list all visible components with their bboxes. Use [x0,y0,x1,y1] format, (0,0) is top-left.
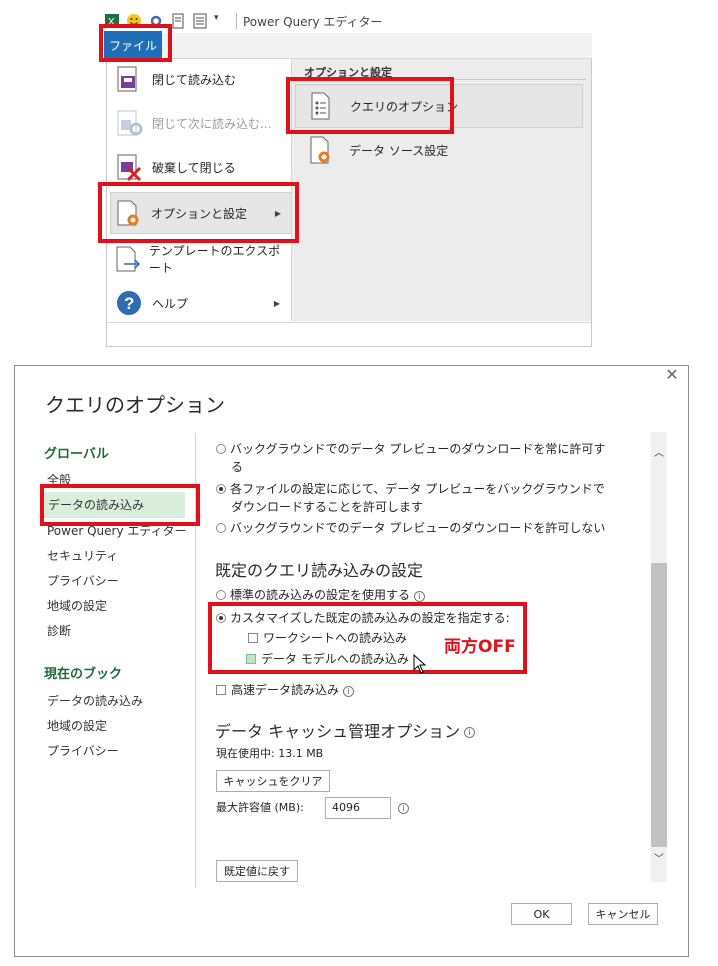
annotation-both-off: 両方OFF [444,637,516,657]
dialog-title: クエリのオプション [45,393,225,417]
toolbar-separator [236,13,237,29]
save-load-icon [112,62,146,96]
nav-item-wb-regional[interactable]: 地域の設定 [47,716,107,736]
help-icon: ? [112,286,146,320]
menu-item-label: オプションと設定 [151,206,248,221]
export-template-icon [112,242,143,276]
submenu-item-label: クエリのオプション [350,99,459,114]
checkbox-hover[interactable] [246,654,256,664]
submenu-separator [300,79,586,80]
radio-button[interactable] [216,523,226,533]
menu-bottom-divider [107,322,591,323]
standard-load-option[interactable]: 標準の読み込みの設定を使用する i [216,586,426,604]
menu-item-discard-and-close[interactable]: 破棄して閉じる [112,146,290,188]
reset-defaults-button[interactable]: 既定値に戻す [216,860,298,882]
menu-item-label: テンプレートのエクスポート [148,244,281,275]
scroll-up-icon[interactable]: ︿ [651,446,667,462]
data-source-settings-icon [303,133,337,167]
bg-preview-never-option[interactable]: バックグラウンドでのデータ プレビューのダウンロードを許可しない [216,519,605,537]
bg-preview-always-option[interactable]: バックグラウンドでのデータ プレビューのダウンロードを常に許可す [216,440,605,458]
data-model-load-checkbox[interactable]: データ モデルへの読み込み [246,650,409,668]
bg-preview-per-file-line2: ダウンロードすることを許可します [231,500,424,514]
info-icon[interactable]: i [464,727,476,738]
menu-item-close-and-load[interactable]: 閉じて読み込む [112,58,290,100]
close-icon[interactable]: ✕ [663,366,681,384]
menu-item-label: 閉じて読み込む [152,72,237,87]
gear-dropdown-icon[interactable] [148,13,164,29]
nav-heading-global: グローバル [44,447,109,462]
nav-item-data-load[interactable]: データの読み込み [40,492,185,518]
info-icon[interactable]: i [414,591,426,602]
window-title: Power Query エディター [243,14,383,29]
checkbox[interactable] [248,633,258,643]
mouse-cursor-icon [413,653,427,674]
svg-text:?: ? [124,294,134,313]
list-icon[interactable] [192,13,208,29]
cache-heading: データ キャッシュ管理オプション i [215,718,476,742]
menu-item-close-and-load-to[interactable]: 閉じて次に読み込む... [112,102,290,144]
max-size-input[interactable]: 4096 [325,797,391,819]
document-icon[interactable] [170,13,186,29]
submenu-arrow-icon: ▶ [273,298,280,308]
bg-preview-always-line2: る [231,460,244,474]
nav-item-regional[interactable]: 地域の設定 [47,596,107,616]
ribbon-strip [160,33,592,59]
scroll-down-icon[interactable]: ﹀ [651,852,667,868]
nav-item-wb-privacy[interactable]: プライバシー [47,741,119,761]
submenu-header: オプションと設定 [304,66,392,79]
default-load-heading: 既定のクエリ読み込みの設定 [215,561,424,580]
menu-item-label: ヘルプ [152,296,189,311]
menu-item-label: 閉じて次に読み込む... [152,116,272,131]
submenu-item-query-options[interactable]: クエリのオプション [295,84,583,128]
fast-load-checkbox[interactable]: 高速データ読み込み i [216,681,355,699]
cancel-button[interactable]: キャンセル [588,903,658,925]
radio-button-selected[interactable] [216,484,226,494]
nav-item-diagnostics[interactable]: 診断 [47,621,71,641]
checkbox[interactable] [216,685,226,695]
nav-item-security[interactable]: セキュリティ [47,546,118,566]
menu-item-help[interactable]: ? ヘルプ ▶ [112,282,290,324]
bg-preview-per-file-option[interactable]: 各ファイルの設定に応じて、データ プレビューをバックグラウンドで [216,480,605,498]
menu-item-label: 破棄して閉じる [152,160,236,175]
nav-item-wb-data-load[interactable]: データの読み込み [47,691,143,711]
max-size-label: 最大許容値 (MB): [216,801,304,814]
query-options-icon [304,89,338,123]
customize-toolbar-icon[interactable]: ▾ [214,13,224,29]
menu-item-options-and-settings[interactable]: オプションと設定 ▶ [110,192,292,234]
submenu-arrow-icon: ▶ [274,208,281,218]
radio-button[interactable] [216,444,226,454]
excel-icon[interactable]: X [104,13,120,29]
clear-cache-button[interactable]: キャッシュをクリア [216,770,330,792]
save-load-gear-icon [112,106,146,140]
cache-usage-text: 現在使用中: 13.1 MB [216,747,324,760]
nav-heading-workbook: 現在のブック [44,667,123,682]
nav-item-privacy[interactable]: プライバシー [47,571,119,591]
nav-item-general[interactable]: 全般 [47,470,71,490]
scrollbar-thumb[interactable] [651,563,667,847]
radio-button[interactable] [216,590,226,600]
file-tab[interactable]: ファイル [104,31,162,59]
radio-button-selected[interactable] [216,613,226,623]
worksheet-load-checkbox[interactable]: ワークシートへの読み込み [248,629,407,647]
discard-close-icon [112,150,146,184]
options-settings-icon [111,196,145,230]
svg-text:X: X [108,17,115,28]
info-icon[interactable]: i [398,803,409,814]
menu-item-export-template[interactable]: テンプレートのエクスポート [112,238,290,280]
smiley-icon[interactable] [126,13,142,29]
ok-button[interactable]: OK [511,903,572,925]
quick-access-toolbar: X ▾ Power Query エディター [104,8,574,34]
submenu-item-label: データ ソース設定 [349,143,449,158]
nav-divider [195,433,196,888]
info-icon[interactable]: i [343,686,355,697]
custom-load-option[interactable]: カスタマイズした既定の読み込みの設定を指定する: [216,609,510,627]
submenu-item-data-source-settings[interactable]: データ ソース設定 [295,128,583,172]
nav-item-pq-editor[interactable]: Power Query エディター [47,521,187,541]
